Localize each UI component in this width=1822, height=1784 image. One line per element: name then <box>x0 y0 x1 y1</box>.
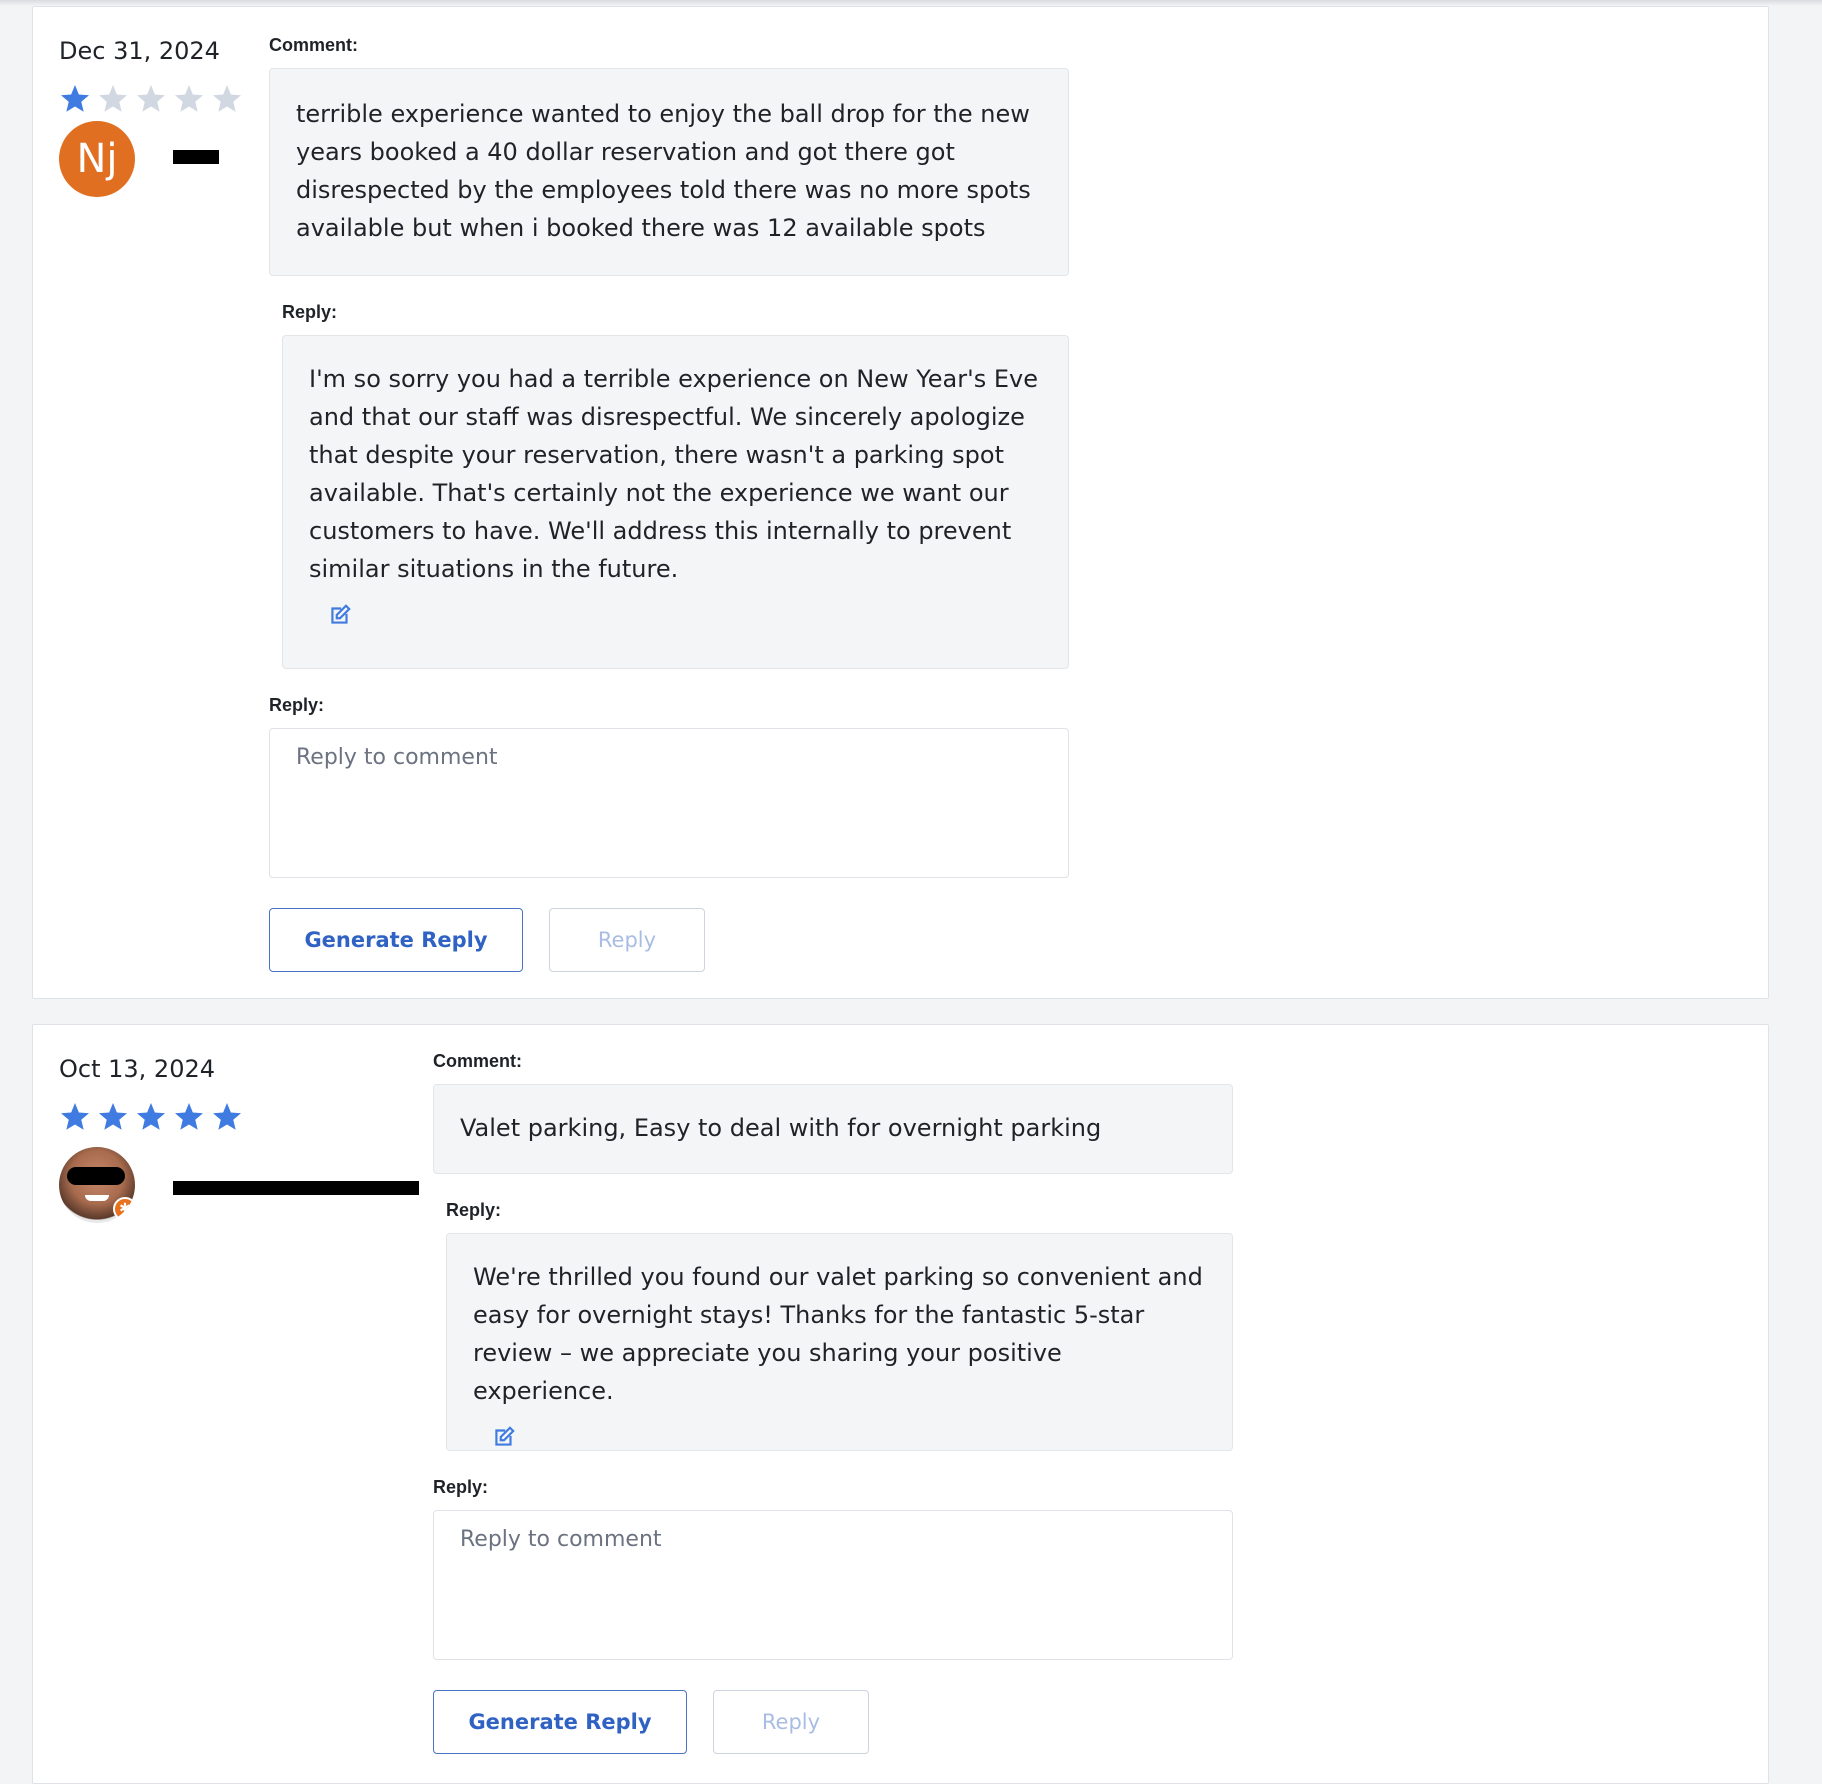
local-guide-badge-icon: ✱ <box>113 1197 135 1221</box>
review-date: Dec 31, 2024 <box>59 37 220 65</box>
star-icon <box>211 83 243 115</box>
author-name: Nj <box>173 150 219 164</box>
review-card: Dec 31, 2024 Nj Nj Comment: terrible exp… <box>32 6 1769 999</box>
review-date: Oct 13, 2024 <box>59 1055 215 1083</box>
reply-text-box: We're thrilled you found our valet parki… <box>446 1233 1233 1451</box>
author-name: Ahmed Al Mohammed <box>173 1181 419 1195</box>
avatar: ✱ <box>59 1147 135 1223</box>
edit-icon[interactable] <box>327 602 353 628</box>
reply-actions: Generate Reply Reply <box>433 1690 1233 1754</box>
generate-reply-button[interactable]: Generate Reply <box>269 908 523 972</box>
review-author: ✱ Ahmed Al Mohammed <box>59 1147 419 1223</box>
star-icon <box>59 83 91 115</box>
comment-label: Comment: <box>433 1051 522 1071</box>
reply-input-label: Reply: <box>433 1477 489 1497</box>
reply-button[interactable]: Reply <box>549 908 705 972</box>
star-rating <box>59 83 243 115</box>
review-card: Oct 13, 2024 ✱ Ahmed Al Mohammed Comment… <box>32 1024 1769 1784</box>
comment-text: terrible experience wanted to enjoy the … <box>269 68 1069 276</box>
existing-reply: Reply: I'm so sorry you had a terrible e… <box>282 302 1069 669</box>
review-meta: Oct 13, 2024 ✱ Ahmed Al Mohammed <box>59 1055 419 1223</box>
avatar-detail <box>85 1195 109 1201</box>
star-icon <box>173 83 205 115</box>
reply-text: I'm so sorry you had a terrible experien… <box>309 365 1038 583</box>
review-author: Nj Nj <box>59 121 243 197</box>
review-content: Comment: terrible experience wanted to e… <box>269 35 1069 972</box>
reply-button[interactable]: Reply <box>713 1690 869 1754</box>
edit-icon[interactable] <box>491 1424 517 1450</box>
reply-label: Reply: <box>282 302 338 322</box>
generate-reply-button[interactable]: Generate Reply <box>433 1690 687 1754</box>
star-icon <box>97 83 129 115</box>
reply-input-label: Reply: <box>269 695 325 715</box>
comment-label: Comment: <box>269 35 358 55</box>
star-icon <box>211 1101 243 1133</box>
star-icon <box>59 1101 91 1133</box>
star-icon <box>97 1101 129 1133</box>
reply-actions: Generate Reply Reply <box>269 908 1069 972</box>
star-rating <box>59 1101 419 1133</box>
comment-text: Valet parking, Easy to deal with for ove… <box>433 1084 1233 1174</box>
reply-label: Reply: <box>446 1200 502 1220</box>
avatar: Nj <box>59 121 135 197</box>
star-icon <box>135 83 167 115</box>
reply-input[interactable] <box>269 728 1069 878</box>
existing-reply: Reply: We're thrilled you found our vale… <box>446 1200 1233 1451</box>
star-icon <box>135 1101 167 1133</box>
reply-form: Reply: Generate Reply Reply <box>269 695 1069 972</box>
review-meta: Dec 31, 2024 Nj Nj <box>59 37 243 197</box>
reply-text: We're thrilled you found our valet parki… <box>473 1263 1203 1405</box>
reply-form: Reply: Generate Reply Reply <box>433 1477 1233 1754</box>
reply-input[interactable] <box>433 1510 1233 1660</box>
redaction-bar <box>67 1167 125 1185</box>
star-icon <box>173 1101 205 1133</box>
review-content: Comment: Valet parking, Easy to deal wit… <box>433 1051 1233 1754</box>
reply-text-box: I'm so sorry you had a terrible experien… <box>282 335 1069 669</box>
